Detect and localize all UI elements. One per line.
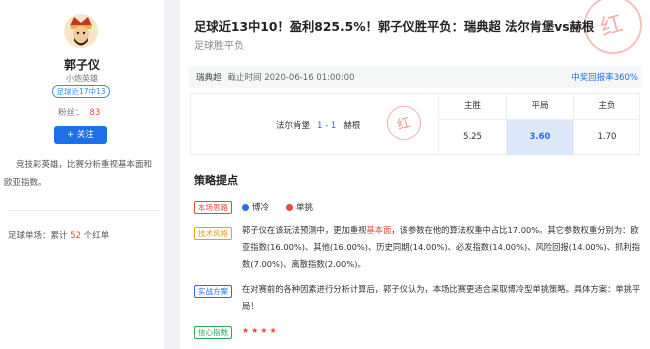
match-meta-bar: 瑞典超 截止时间 2020-06-16 01:00:00 中奖回报率360% — [188, 66, 642, 88]
deadline-text: 截止时间 2020-06-16 01:00:00 — [227, 73, 355, 83]
odds-table: 法尔肯堡 1 - 1 赫根 红 主胜 平局 主负 5.25 3.60 1.70 — [190, 93, 640, 155]
odds-draw[interactable]: 3.60 — [507, 120, 573, 155]
home-team[interactable]: 法尔肯堡 — [276, 121, 310, 131]
fans-count: 粉丝： 83 — [58, 106, 100, 118]
article-title: 足球近13中10！盈利825.5%！郭子仪胜平负：瑞典超 法尔肯堡vs赫根 — [194, 20, 595, 34]
header-home-win: 主胜 — [463, 101, 481, 111]
avatar[interactable] — [64, 14, 98, 48]
odds-home-win[interactable]: 5.25 — [439, 120, 506, 155]
plan-tag: 实战方案 — [194, 285, 232, 298]
fans-number: 83 — [89, 108, 101, 118]
thought-tag: 本场思路 — [194, 201, 232, 214]
profile-name: 郭子仪 — [63, 58, 100, 72]
hit-stamp: 红 — [387, 106, 421, 140]
radio-dot-icon — [242, 204, 249, 211]
stat-count: 52 — [70, 231, 82, 241]
stat-prefix: 足球单场：累计 — [8, 231, 68, 241]
strategy-heading: 策略提点 — [194, 174, 238, 187]
match-score: 1 - 1 — [317, 121, 337, 131]
fans-label: 粉丝： — [58, 108, 84, 118]
odds-home-lose[interactable]: 1.70 — [574, 120, 640, 155]
tech-text: 郭子仪在该玩法预测中，更加重视基本面，该参数在他的算法权重中占比17.00%。其… — [242, 222, 642, 273]
plan-text: 在对赛前的各种因素进行分析计算后，郭子仪认为，本场比赛更适合采取博冷型单挑策略。… — [242, 284, 641, 311]
tech-highlight: 基本面 — [366, 225, 392, 235]
stat-suffix: 个红单 — [83, 231, 110, 241]
profile-title: 小炮英雄 — [66, 74, 98, 83]
header-home-lose: 主负 — [598, 101, 616, 111]
match-meta: 瑞典超 截止时间 2020-06-16 01:00:00 — [196, 71, 355, 83]
radio-dot-icon — [286, 204, 293, 211]
profile-bio: 竞技彩英雄，比赛分析重视基本面和欧亚指数。 — [4, 160, 153, 188]
record-badge: 足球近17中13 — [52, 85, 110, 98]
option-cold: 博冷 — [242, 201, 269, 213]
confidence-stars: ★★★★ — [242, 326, 279, 335]
article-panel: 红 足球近13中10！盈利825.5%！郭子仪胜平负：瑞典超 法尔肯堡vs赫根 … — [180, 0, 650, 349]
option-single-label: 单挑 — [296, 203, 314, 213]
article-subtitle: 足球胜平负 — [194, 41, 244, 52]
match-teams: 法尔肯堡 1 - 1 赫根 — [276, 119, 360, 131]
follow-button[interactable]: + 关注 — [54, 126, 107, 144]
option-cold-label: 博冷 — [252, 203, 270, 213]
hit-stamp-text: 红 — [395, 115, 413, 134]
tech-text-part1: 郭子仪在该玩法预测中，更加重视 — [242, 225, 367, 235]
tech-tag: 技术风格 — [194, 227, 232, 240]
divider — [8, 210, 160, 211]
return-rate: 中奖回报率360% — [571, 73, 638, 83]
profile-stat: 足球单场：累计 52 个红单 — [8, 229, 109, 241]
profile-card: 郭子仪 小炮英雄 足球近17中13 粉丝： 83 + 关注 竞技彩英雄，比赛分析重… — [0, 0, 164, 349]
header-draw: 平局 — [531, 101, 549, 111]
stamp-text: 红 — [597, 11, 626, 42]
option-single: 单挑 — [286, 201, 313, 213]
away-team[interactable]: 赫根 — [343, 121, 360, 131]
league-name[interactable]: 瑞典超 — [196, 73, 222, 83]
confidence-tag: 信心指数 — [194, 326, 232, 339]
